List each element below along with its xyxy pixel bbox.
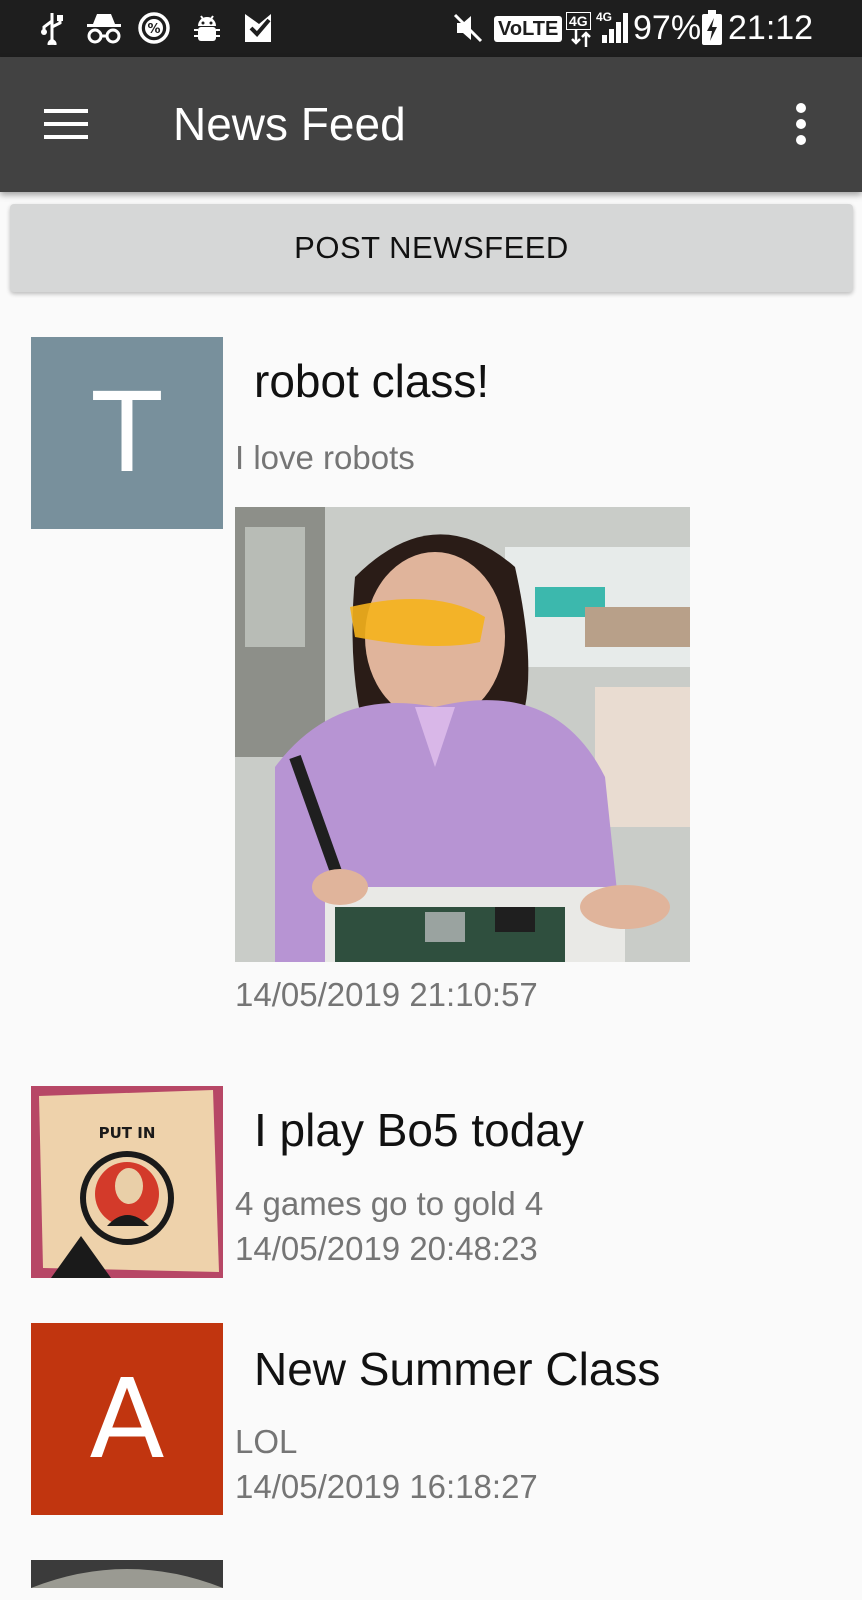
battery-charging-icon xyxy=(700,10,724,46)
feed-item-body: I love robots xyxy=(235,439,415,476)
data-arrows-icon xyxy=(568,28,594,48)
app-bar: News Feed xyxy=(0,57,862,192)
hamburger-menu-icon[interactable] xyxy=(40,99,92,149)
clock: 21:12 xyxy=(728,9,814,47)
feed-item-title: robot class! xyxy=(254,355,490,407)
incognito-icon xyxy=(84,10,124,46)
battery-percent: 97% xyxy=(633,9,702,47)
check-flag-icon xyxy=(240,10,276,46)
avatar-letter: T xyxy=(93,369,161,497)
avatar xyxy=(31,1560,223,1588)
avatar: A xyxy=(31,1323,223,1515)
feed-item-title: I play Bo5 today xyxy=(254,1104,584,1156)
woman-soldering-circuit-board-photo[interactable] xyxy=(235,507,690,962)
page-title: News Feed xyxy=(173,98,406,150)
status-bar: % VoLTE 4G 4G 97% 21:12 xyxy=(0,0,862,57)
volte-badge: VoLTE xyxy=(494,16,563,42)
feed-item[interactable] xyxy=(0,1560,862,1600)
feed-item[interactable]: PUT IN I play Bo5 today 4 games go to go… xyxy=(0,1080,862,1300)
feed-item-body: 4 games go to gold 4 xyxy=(235,1185,544,1222)
svg-text:%: % xyxy=(147,22,160,37)
android-debug-icon xyxy=(189,10,225,46)
feed-item-date: 14/05/2019 21:10:57 xyxy=(235,976,538,1013)
signal-strength-icon xyxy=(598,10,634,46)
feed-item-title: New Summer Class xyxy=(254,1343,661,1395)
post-newsfeed-button[interactable]: POST NEWSFEED xyxy=(10,204,853,292)
feed-item[interactable]: A New Summer Class LOL 14/05/2019 16:18:… xyxy=(0,1318,862,1538)
avatar: T xyxy=(31,337,223,529)
put-in-badge-photo: PUT IN xyxy=(31,1086,223,1278)
feed-item[interactable]: T robot class! I love robots 14/05/2019 … xyxy=(0,330,862,1030)
feed-item-date: 14/05/2019 16:18:27 xyxy=(235,1468,538,1505)
avatar-letter: A xyxy=(89,1355,165,1483)
mute-icon xyxy=(450,10,486,46)
feed-item-date: 14/05/2019 20:48:23 xyxy=(235,1230,538,1267)
more-vert-icon[interactable] xyxy=(786,97,816,151)
feed-item-body: LOL xyxy=(235,1423,298,1460)
badge-text: PUT IN xyxy=(99,1124,156,1142)
data-saver-icon: % xyxy=(136,10,172,46)
usb-icon xyxy=(34,10,70,46)
